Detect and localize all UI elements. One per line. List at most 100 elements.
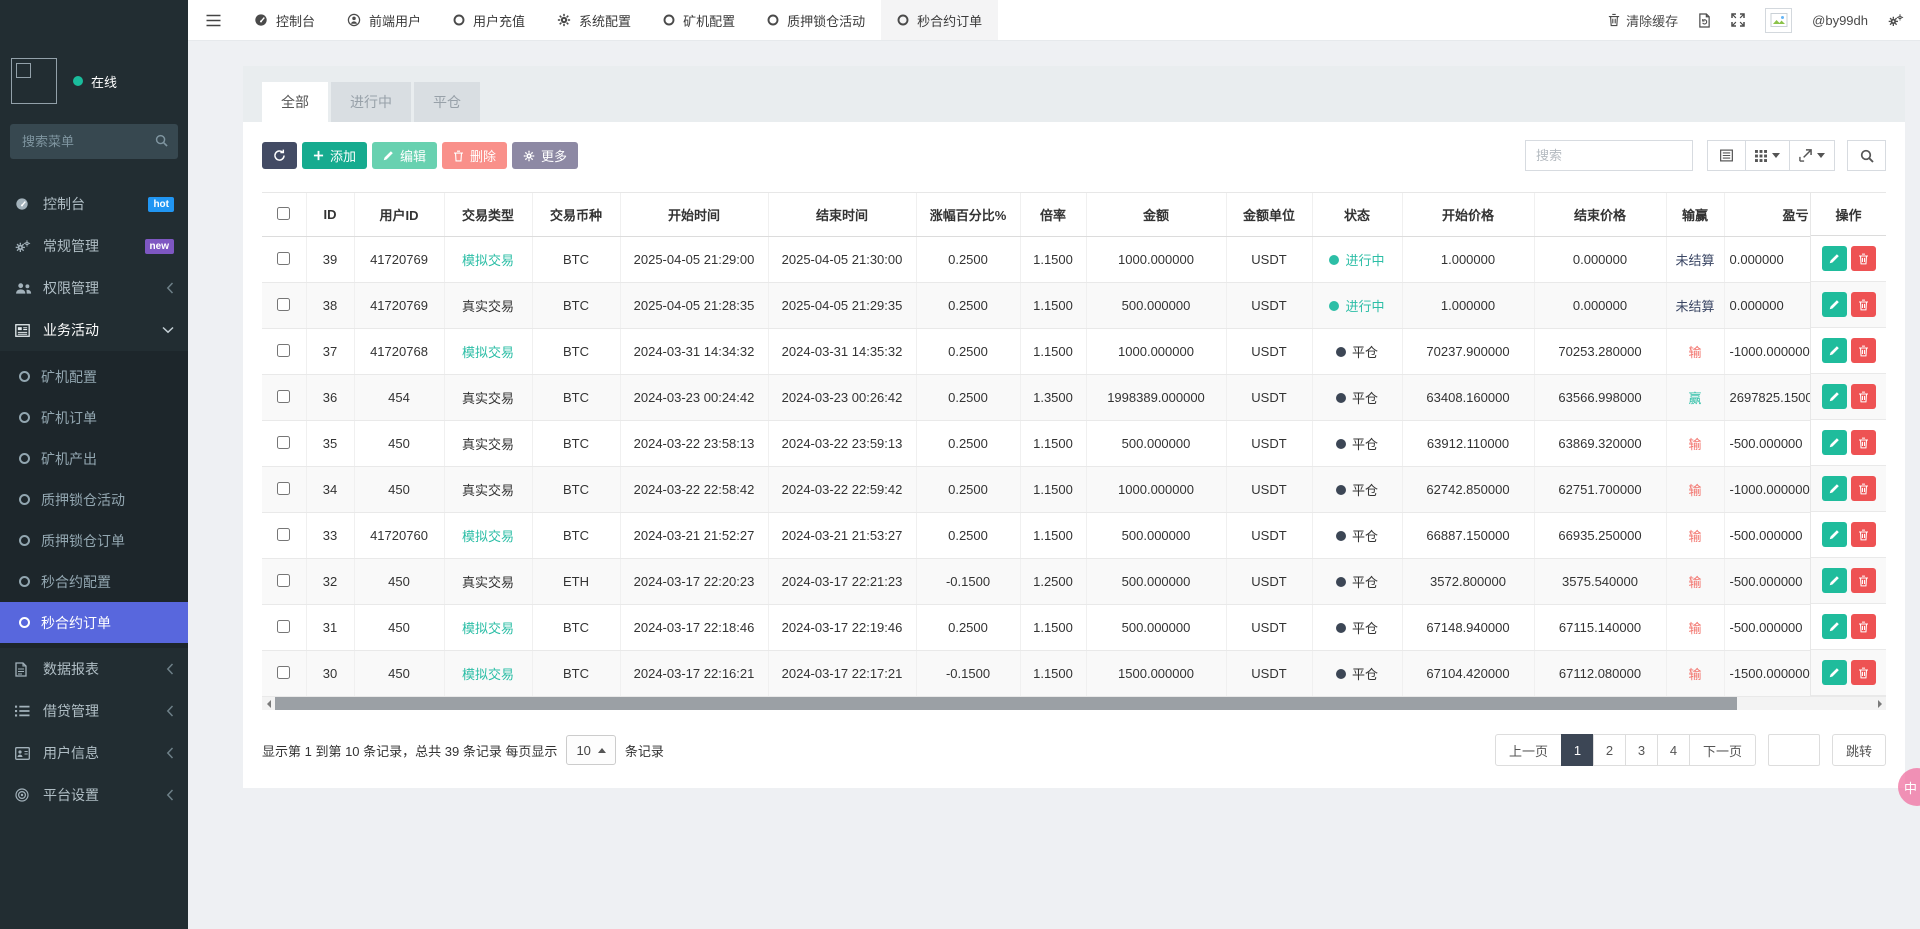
page-4-button[interactable]: 4 [1657, 734, 1690, 766]
nav-item-user-recharge[interactable]: 用户充值 [437, 0, 541, 40]
nav-item-seconds-order[interactable]: 秒合约订单 [881, 0, 998, 40]
more-button[interactable]: 更多 [512, 142, 578, 169]
nav-item-front-user[interactable]: 前端用户 [331, 0, 437, 40]
row-checkbox[interactable] [277, 436, 290, 449]
jump-page-input[interactable] [1768, 734, 1820, 766]
sidebar-subitem-pledge-activity[interactable]: 质押锁仓活动 [0, 479, 188, 520]
cell-result: 未结算 [1666, 237, 1724, 283]
toolbar-right [1525, 140, 1886, 171]
sidebar-subitem-miner-output[interactable]: 矿机产出 [0, 438, 188, 479]
delete-row-button[interactable] [1851, 246, 1876, 271]
export-button[interactable] [1789, 140, 1835, 171]
row-checkbox[interactable] [277, 482, 290, 495]
fullscreen-icon[interactable] [1731, 13, 1745, 27]
add-button[interactable]: 添加 [302, 142, 367, 169]
sidebar-subitem-miner-order[interactable]: 矿机订单 [0, 397, 188, 438]
tab-closed[interactable]: 平仓 [414, 82, 480, 122]
edit-row-button[interactable] [1822, 614, 1847, 639]
delete-button[interactable]: 删除 [442, 142, 507, 169]
page-2-button[interactable]: 2 [1593, 734, 1626, 766]
cell-rate: 1.1500 [1020, 513, 1086, 559]
edit-row-button[interactable] [1822, 246, 1847, 271]
row-checkbox[interactable] [277, 344, 290, 357]
clear-cache-button[interactable]: 清除缓存 [1608, 11, 1678, 30]
nav-item-console[interactable]: 控制台 [238, 0, 331, 40]
delete-row-button[interactable] [1851, 568, 1876, 593]
delete-row-button[interactable] [1851, 660, 1876, 685]
sidebar-search-input[interactable] [10, 124, 178, 159]
delete-row-button[interactable] [1851, 476, 1876, 501]
edit-row-button[interactable] [1822, 476, 1847, 501]
sidebar-item-loan[interactable]: 借贷管理 [0, 690, 188, 732]
edit-button[interactable]: 编辑 [372, 142, 437, 169]
row-checkbox[interactable] [277, 252, 290, 265]
refresh-button[interactable] [262, 142, 297, 169]
edit-row-button[interactable] [1822, 568, 1847, 593]
jump-button[interactable]: 跳转 [1832, 734, 1886, 766]
cell-percent: 0.2500 [916, 605, 1020, 651]
scroll-right-arrow[interactable] [1873, 697, 1886, 710]
page-3-button[interactable]: 3 [1625, 734, 1658, 766]
tab-all[interactable]: 全部 [262, 82, 328, 122]
paging-toggle-button[interactable] [1707, 140, 1746, 171]
row-checkbox[interactable] [277, 528, 290, 541]
edit-row-button[interactable] [1822, 522, 1847, 547]
delete-row-button[interactable] [1851, 338, 1876, 363]
edit-row-button[interactable] [1822, 384, 1847, 409]
toolbar: 添加 编辑 删除 更多 [262, 140, 1886, 171]
nav-item-miner-config[interactable]: 矿机配置 [647, 0, 751, 40]
row-checkbox[interactable] [277, 298, 290, 311]
next-page-button[interactable]: 下一页 [1689, 734, 1756, 766]
scrollbar-thumb[interactable] [275, 697, 1737, 710]
delete-row-button[interactable] [1851, 614, 1876, 639]
page-size-select[interactable]: 10 [566, 735, 615, 765]
row-checkbox[interactable] [277, 620, 290, 633]
edit-row-button[interactable] [1822, 292, 1847, 317]
username[interactable]: @by99dh [1812, 13, 1868, 28]
table-search-input[interactable] [1525, 140, 1693, 171]
select-all-checkbox[interactable] [277, 207, 290, 220]
sidebar-search [10, 124, 178, 159]
edit-row-button[interactable] [1822, 430, 1847, 455]
delete-row-button[interactable] [1851, 384, 1876, 409]
table-row: 36454真实交易BTC2024-03-23 00:24:422024-03-2… [262, 375, 1886, 421]
sidebar-subitem-pledge-order[interactable]: 质押锁仓订单 [0, 520, 188, 561]
sidebar-item-report[interactable]: 数据报表 [0, 648, 188, 690]
delete-row-button[interactable] [1851, 522, 1876, 547]
sidebar-item-business[interactable]: 业务活动 [0, 309, 188, 351]
columns-button[interactable] [1745, 140, 1790, 171]
page-1-button[interactable]: 1 [1561, 734, 1594, 766]
refresh-page-icon[interactable] [1698, 13, 1711, 28]
sidebar-item-userinfo[interactable]: 用户信息 [0, 732, 188, 774]
sidebar-subitem-miner-config[interactable]: 矿机配置 [0, 356, 188, 397]
cell-amount: 1000.000000 [1086, 329, 1226, 375]
hamburger-icon[interactable] [188, 0, 238, 40]
sidebar-subitem-label: 秒合约配置 [41, 572, 111, 592]
row-checkbox[interactable] [277, 574, 290, 587]
tab-running[interactable]: 进行中 [331, 82, 411, 122]
nav-item-label: 前端用户 [369, 11, 421, 30]
cell-start-time: 2024-03-22 23:58:13 [620, 421, 768, 467]
user-avatar[interactable] [1765, 8, 1792, 33]
sidebar-subitem-seconds-config[interactable]: 秒合约配置 [0, 561, 188, 602]
delete-row-button[interactable] [1851, 292, 1876, 317]
search-submit-button[interactable] [1847, 140, 1886, 171]
edit-row-button[interactable] [1822, 338, 1847, 363]
nav-item-system-config[interactable]: 系统配置 [541, 0, 647, 40]
edit-row-button[interactable] [1822, 660, 1847, 685]
sidebar-item-platform[interactable]: 平台设置 [0, 774, 188, 816]
settings-gears-icon[interactable] [1888, 13, 1904, 28]
prev-page-button[interactable]: 上一页 [1495, 734, 1562, 766]
nav-item-pledge-activity[interactable]: 质押锁仓活动 [751, 0, 881, 40]
row-checkbox[interactable] [277, 390, 290, 403]
scroll-left-arrow[interactable] [262, 697, 275, 710]
sidebar-item-permission[interactable]: 权限管理 [0, 267, 188, 309]
delete-row-button[interactable] [1851, 430, 1876, 455]
horizontal-scrollbar[interactable] [262, 697, 1886, 710]
sidebar-item-console[interactable]: 控制台hot [0, 183, 188, 225]
row-checkbox[interactable] [277, 666, 290, 679]
sidebar-subitem-seconds-order[interactable]: 秒合约订单 [0, 602, 188, 643]
sidebar-item-general[interactable]: 常规管理new [0, 225, 188, 267]
cell-start-price: 62742.850000 [1402, 467, 1534, 513]
cell-rate: 1.2500 [1020, 559, 1086, 605]
